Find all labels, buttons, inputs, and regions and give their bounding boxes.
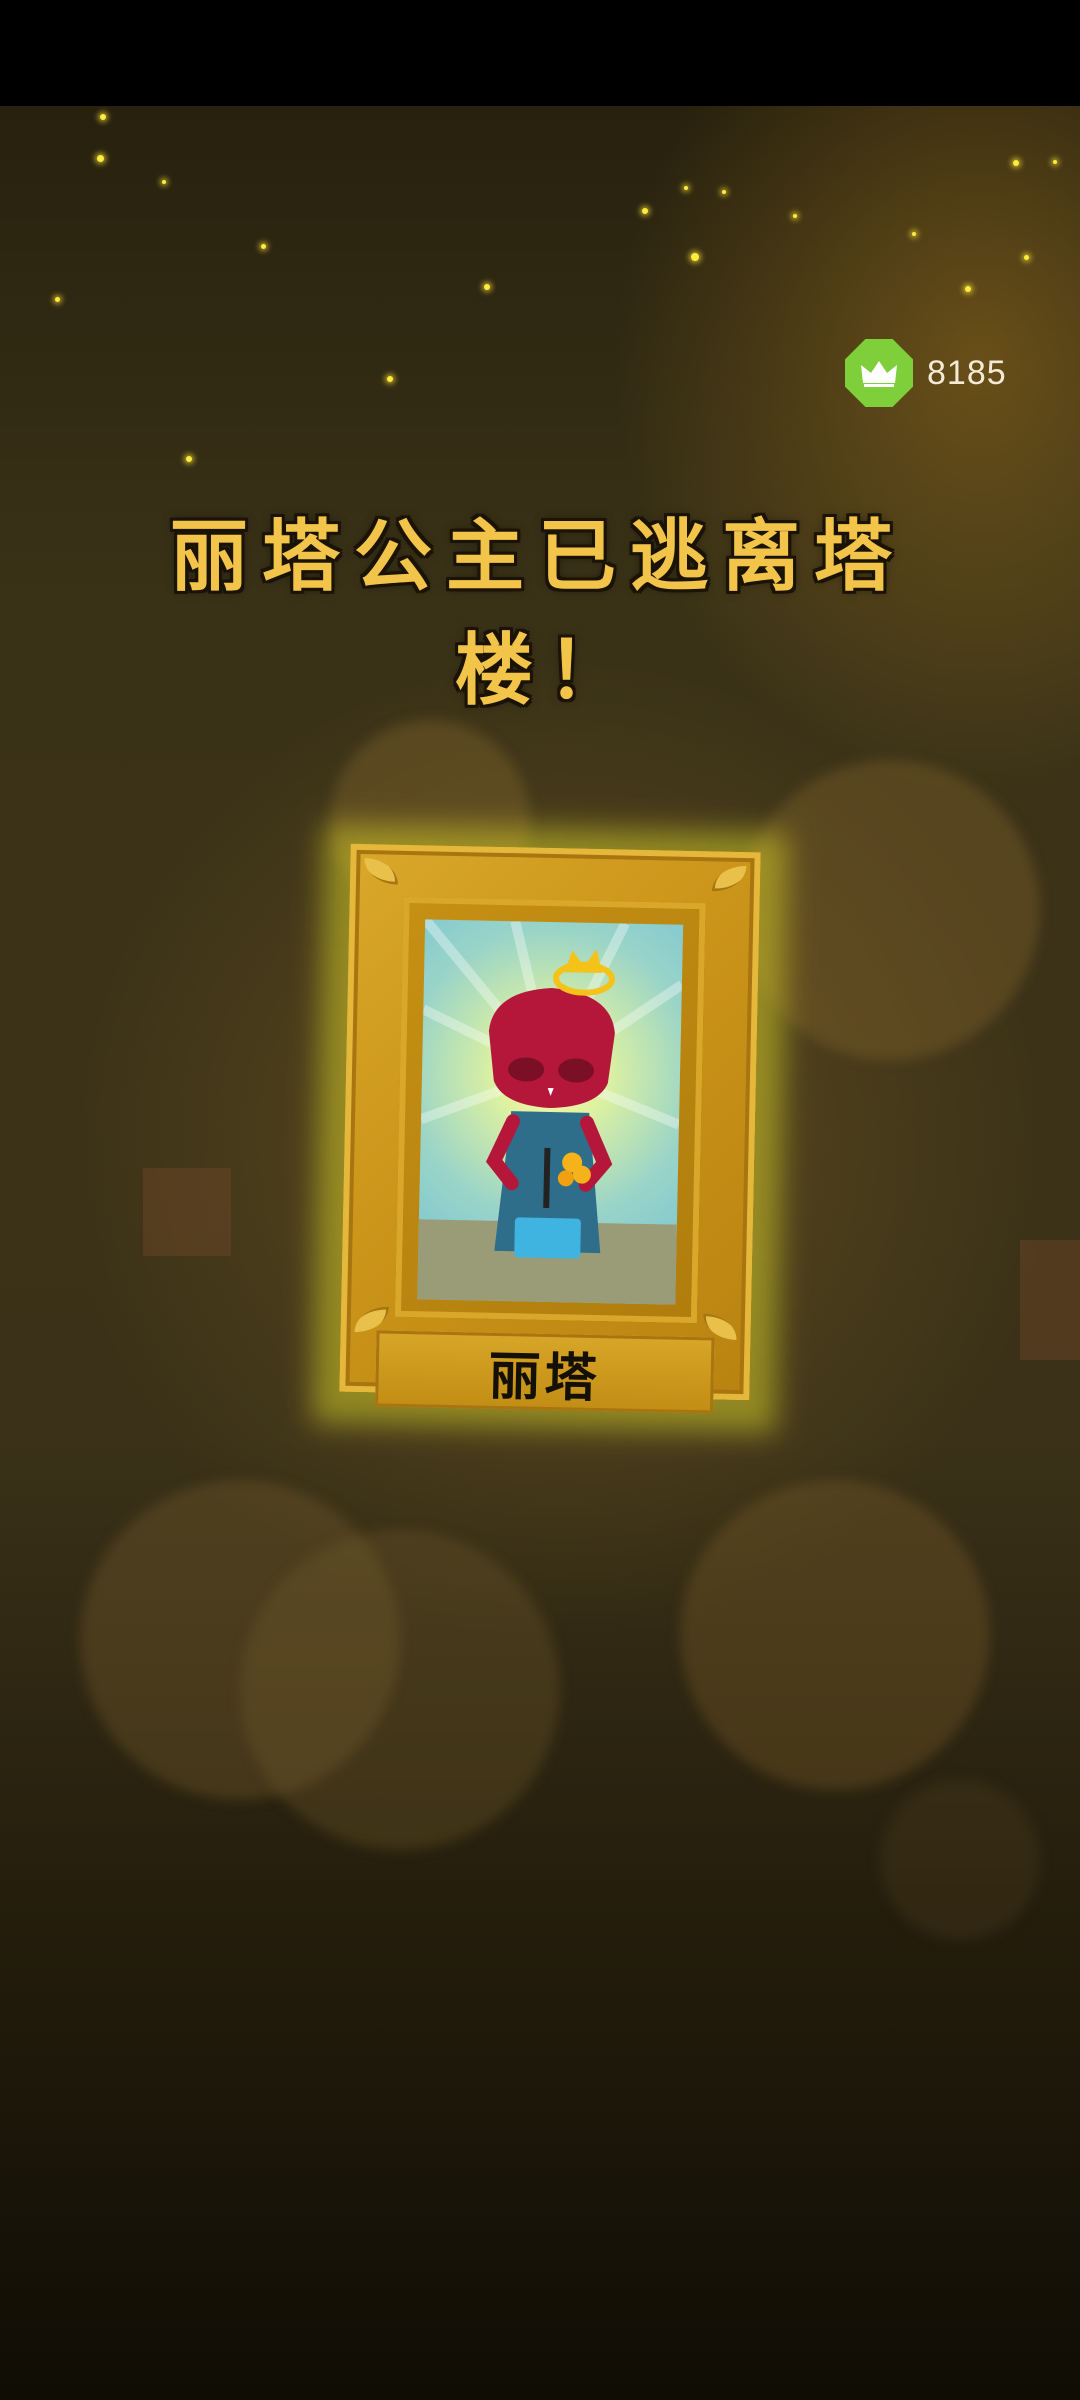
score-display: 8185 (845, 338, 1007, 408)
message-line-2: 楼！ (455, 626, 640, 716)
background-square (143, 1168, 231, 1256)
sparkle (1024, 255, 1029, 260)
name-plaque: 丽塔 (375, 1330, 715, 1414)
sparkle (1053, 160, 1057, 164)
sparkle (642, 208, 648, 214)
sparkle (793, 214, 797, 218)
message-line-1: 丽塔公主已逃离塔 (170, 512, 907, 602)
sparkle (722, 190, 726, 194)
character-card[interactable]: 丽塔 (339, 843, 761, 1414)
game-screen: 8185 丽塔公主已逃离塔 楼！ 丽塔 (0, 0, 1080, 2400)
sparkle (97, 155, 104, 162)
bokeh-light (680, 1480, 990, 1790)
escape-message: 丽塔公主已逃离塔 楼！ (170, 500, 910, 728)
portrait-art (417, 919, 684, 1305)
character-portrait (417, 919, 684, 1305)
crown-icon (845, 339, 913, 407)
sparkle (387, 376, 393, 382)
sparkle (1013, 160, 1019, 166)
background-square (1020, 1240, 1080, 1360)
status-bar (0, 0, 1080, 106)
sparkle (912, 232, 916, 236)
score-value: 8185 (927, 353, 1007, 392)
sparkle (186, 456, 192, 462)
sparkle (100, 114, 106, 120)
sparkle (55, 297, 60, 302)
sparkle (261, 244, 266, 249)
bokeh-light (880, 1780, 1040, 1940)
bokeh-light (240, 1530, 560, 1850)
sparkle (484, 284, 490, 290)
sparkle (162, 180, 166, 184)
sparkle (965, 286, 971, 292)
character-name: 丽塔 (488, 1346, 602, 1409)
sparkle (684, 186, 688, 190)
sparkle (691, 253, 699, 261)
